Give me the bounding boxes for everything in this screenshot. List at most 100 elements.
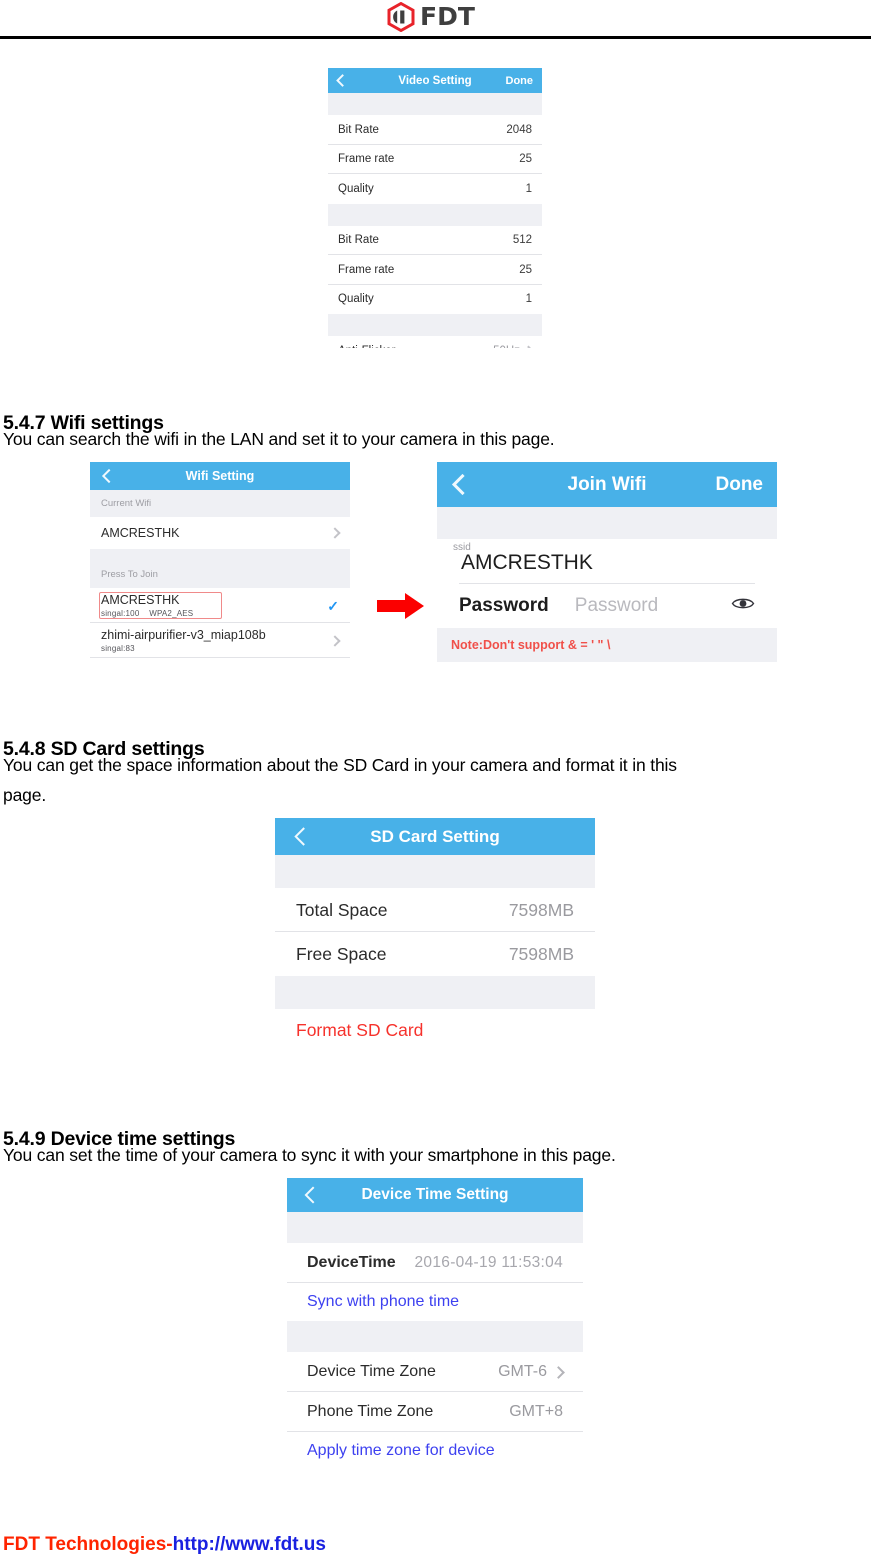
row-value: 25 (519, 263, 532, 276)
row-label: Quality (338, 182, 374, 195)
wifi-setting-screenshot: Wifi Setting Current Wifi AMCRESTHK Pres… (90, 462, 350, 667)
row-label: Total Space (296, 899, 388, 920)
join-wifi-screenshot: Join Wifi Done ssid AMCRESTHK Password P… (437, 462, 777, 670)
apply-time-zone-button[interactable]: Apply time zone for device (287, 1432, 583, 1470)
fdt-hexagon-logo (386, 1, 416, 33)
group-spacer (287, 1212, 583, 1243)
group-spacer (328, 314, 542, 336)
note-bar: Note:Don't support & = ' " \ (437, 628, 777, 662)
row-value: 1 (525, 293, 532, 306)
wifi-nav-bar: Wifi Setting (90, 462, 350, 490)
group-spacer (275, 976, 595, 1009)
video-nav-bar: Video Setting Done (328, 68, 542, 93)
join-nav-bar: Join Wifi Done (437, 462, 777, 507)
current-wifi-row[interactable]: AMCRESTHK (90, 517, 350, 549)
group-spacer (275, 855, 595, 888)
current-wifi-header: Current Wifi (90, 490, 350, 517)
group-spacer (328, 203, 542, 226)
chevron-right-icon (329, 527, 341, 539)
row-value: 2048 (506, 123, 532, 136)
table-row: Total Space 7598MB (275, 888, 595, 932)
device-time-row: DeviceTime 2016-04-19 11:53:04 (287, 1243, 583, 1283)
wifi-signal: singal:100 (101, 608, 140, 618)
sync-link-label: Sync with phone time (307, 1293, 460, 1310)
device-time-zone-row[interactable]: Device Time Zone GMT-6 (287, 1352, 583, 1392)
page-header: FDT (0, 0, 871, 40)
row-value: GMT+8 (509, 1403, 563, 1420)
time-nav-title: Device Time Setting (361, 1186, 509, 1203)
section-body-548-line1: You can get the space information about … (3, 755, 677, 775)
list-item[interactable]: AMCRESTHK singal:100 WPA2_AES ✓ (90, 588, 350, 623)
device-time-value: 2016-04-19 11:53:04 (414, 1254, 563, 1271)
table-row[interactable]: Frame rate 25 (328, 255, 542, 285)
password-field[interactable]: Password Password (437, 584, 777, 628)
page-footer: FDT Technologies-http://www.fdt.us (3, 1534, 326, 1556)
wifi-nav-title: Wifi Setting (185, 469, 255, 483)
chevron-right-icon (523, 345, 534, 348)
row-label: Frame rate (338, 153, 395, 166)
press-to-join-header: Press To Join (90, 561, 350, 588)
section-body-548-line2: page. (3, 785, 47, 805)
row-value: GMT-6 (498, 1363, 547, 1380)
sd-nav-bar: SD Card Setting (275, 818, 595, 855)
row-value: 7598MB (508, 943, 574, 964)
chevron-right-icon (552, 1365, 565, 1379)
row-value: 512 (512, 234, 532, 247)
group-spacer (328, 93, 542, 115)
note-text: Note:Don't support & = ' " \ (451, 638, 611, 652)
row-label: Frame rate (338, 263, 395, 276)
current-wifi-ssid: AMCRESTHK (101, 526, 180, 540)
row-label: Anti-Flicker (338, 345, 396, 348)
fdt-logo-text: FDT (420, 2, 475, 31)
video-setting-screenshot: Video Setting Done Bit Rate 2048 Frame r… (328, 68, 542, 348)
group-spacer (90, 549, 350, 561)
row-value: 1 (525, 182, 532, 195)
format-sd-card-label: Format SD Card (296, 1019, 424, 1040)
list-item[interactable]: zhimi-airpurifier-v3_miap108b singal:83 (90, 623, 350, 658)
ssid-field[interactable]: ssid AMCRESTHK (437, 539, 777, 584)
password-placeholder: Password (574, 595, 659, 616)
ssid-value: AMCRESTHK (461, 551, 593, 574)
table-row[interactable]: Frame rate 25 (328, 144, 542, 174)
header-divider (0, 36, 871, 39)
group-spacer (437, 507, 777, 539)
video-done-button[interactable]: Done (506, 75, 534, 87)
apply-link-label: Apply time zone for device (307, 1442, 495, 1459)
sync-with-phone-time-button[interactable]: Sync with phone time (287, 1283, 583, 1321)
table-row: Free Space 7598MB (275, 932, 595, 976)
chevron-right-icon (329, 634, 341, 647)
phone-time-zone-row: Phone Time Zone GMT+8 (287, 1392, 583, 1432)
table-row[interactable]: Bit Rate 2048 (328, 115, 542, 145)
table-row[interactable]: Quality 1 (328, 174, 542, 204)
wifi-signal: singal:83 (101, 643, 135, 653)
password-label: Password (459, 595, 549, 616)
sd-card-setting-screenshot: SD Card Setting Total Space 7598MB Free … (275, 818, 595, 1061)
group-spacer (287, 1321, 583, 1352)
right-arrow-icon (377, 592, 425, 620)
table-row[interactable]: Quality 1 (328, 284, 542, 314)
wifi-network-name: AMCRESTHK (101, 592, 180, 607)
row-value: 50Hz (493, 345, 520, 348)
row-label: DeviceTime (307, 1254, 396, 1271)
section-body-549: You can set the time of your camera to s… (3, 1145, 616, 1165)
checkmark-icon: ✓ (327, 597, 339, 614)
anti-flicker-row[interactable]: Anti-Flicker 50Hz (328, 336, 542, 348)
join-done-button[interactable]: Done (716, 474, 764, 496)
row-label: Quality (338, 293, 374, 306)
time-nav-bar: Device Time Setting (287, 1178, 583, 1212)
table-row[interactable]: Bit Rate 512 (328, 225, 542, 255)
format-sd-card-button[interactable]: Format SD Card (275, 1009, 595, 1051)
section-body-547: You can search the wifi in the LAN and s… (3, 429, 555, 449)
row-label: Free Space (296, 943, 387, 964)
eye-icon[interactable] (731, 596, 755, 617)
row-label: Bit Rate (338, 234, 379, 247)
wifi-security: WPA2_AES (149, 608, 194, 618)
row-value: 7598MB (508, 899, 574, 920)
footer-company: FDT Technologies- (3, 1534, 173, 1555)
device-time-setting-screenshot: Device Time Setting DeviceTime 2016-04-1… (287, 1178, 583, 1490)
row-label: Phone Time Zone (307, 1403, 434, 1420)
row-label: Device Time Zone (307, 1363, 436, 1380)
footer-url[interactable]: http://www.fdt.us (173, 1534, 326, 1555)
wifi-network-name: zhimi-airpurifier-v3_miap108b (101, 627, 266, 642)
row-label: Bit Rate (338, 123, 379, 136)
